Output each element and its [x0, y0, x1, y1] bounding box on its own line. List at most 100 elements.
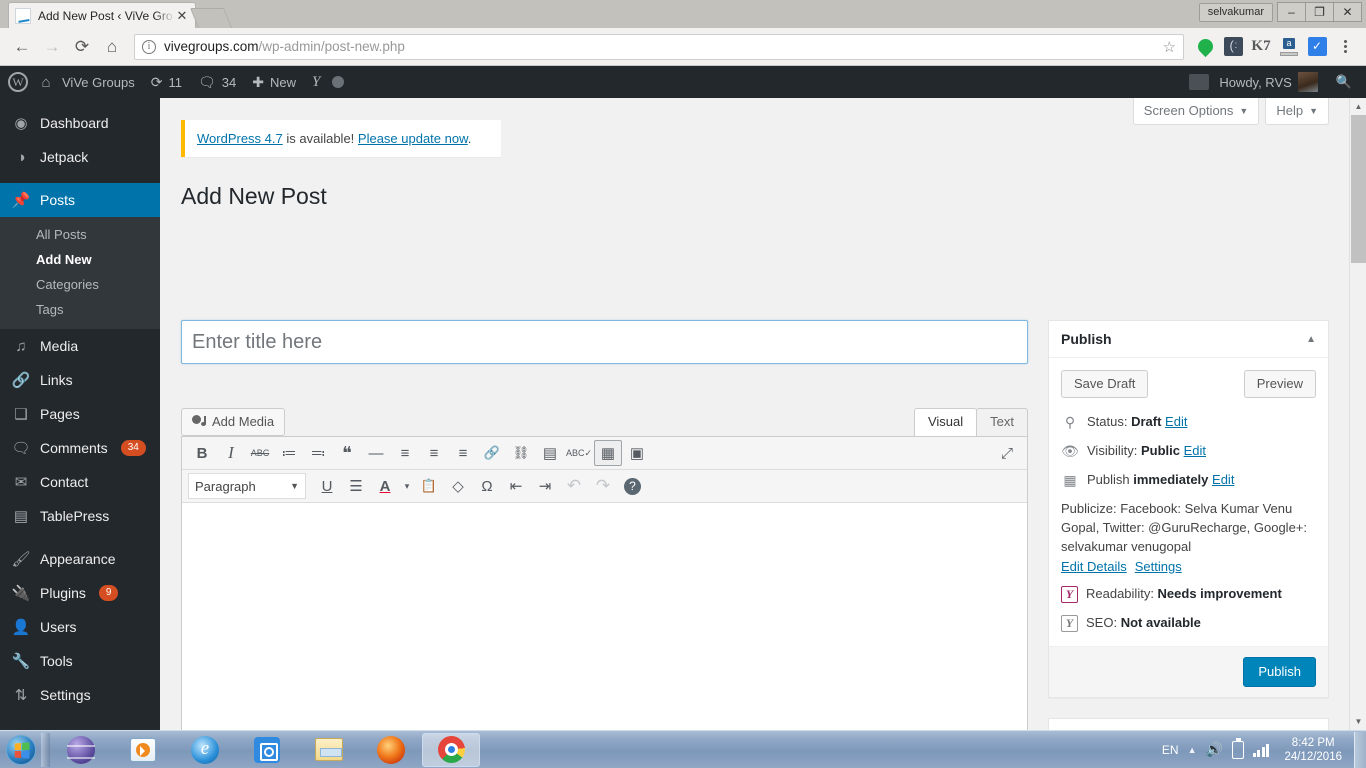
show-desktop-button[interactable] — [1354, 731, 1366, 768]
scrollbar-thumb[interactable] — [1351, 115, 1366, 263]
edit-schedule-link[interactable]: Edit — [1212, 472, 1234, 487]
post-content-editable[interactable] — [182, 503, 1027, 730]
notifications-icon[interactable] — [1189, 74, 1210, 90]
align-left-icon[interactable]: ≡ — [391, 440, 419, 466]
numbered-list-icon[interactable]: ≕ — [304, 440, 332, 466]
submenu-categories[interactable]: Categories — [0, 272, 160, 297]
wordpress-logo-icon[interactable] — [8, 72, 28, 92]
updates-menu[interactable]: ⟳ 11 — [143, 66, 190, 98]
indent-icon[interactable]: ⇥ — [531, 473, 559, 499]
night-mode-extension-icon[interactable] — [1220, 34, 1246, 60]
wordpress-version-link[interactable]: WordPress 4.7 — [197, 131, 283, 146]
keyboard-shortcuts-icon[interactable]: ? — [624, 477, 641, 495]
tray-language[interactable]: EN — [1162, 743, 1179, 757]
submenu-all-posts[interactable]: All Posts — [0, 222, 160, 247]
underline-icon[interactable]: U — [313, 473, 341, 499]
sidebar-item-tablepress[interactable]: ▤ TablePress — [0, 499, 160, 533]
update-now-link[interactable]: Please update now — [358, 131, 468, 146]
edit-visibility-link[interactable]: Edit — [1184, 443, 1206, 458]
show-hidden-icons[interactable]: ▲ — [1188, 745, 1197, 755]
spellcheck-icon[interactable]: ABC✓ — [565, 440, 593, 466]
paragraph-format-select[interactable]: Paragraph ▼ — [188, 473, 306, 499]
sidebar-item-appearance[interactable]: 🖌 Appearance — [0, 542, 160, 576]
blockquote-icon[interactable]: ❝ — [333, 440, 361, 466]
network-icon[interactable] — [1252, 743, 1270, 757]
sidebar-item-pages[interactable]: ❑ Pages — [0, 397, 160, 431]
bulleted-list-icon[interactable]: ≔ — [275, 440, 303, 466]
sidebar-item-links[interactable]: 🔗 Links — [0, 363, 160, 397]
new-content-menu[interactable]: ✚ New — [244, 66, 304, 98]
publicize-settings-link[interactable]: Settings — [1135, 559, 1182, 574]
site-name-menu[interactable]: ⌂ ViVe Groups — [28, 66, 143, 98]
paste-as-text-icon[interactable]: 📋 — [415, 473, 443, 499]
address-bar[interactable]: i vivegroups.com/wp-admin/post-new.php ☆ — [134, 33, 1184, 60]
submenu-add-new[interactable]: Add New — [0, 247, 160, 272]
page-info-icon[interactable]: i — [142, 39, 156, 54]
clear-formatting-icon[interactable]: ◇ — [444, 473, 472, 499]
browser-tab[interactable]: Add New Post ‹ ViVe Gro ✕ — [8, 2, 196, 28]
scroll-up-icon[interactable]: ▲ — [1350, 98, 1366, 115]
tab-text[interactable]: Text — [976, 408, 1028, 436]
forward-icon[interactable]: → — [38, 33, 66, 61]
sidebar-item-tools[interactable]: 🔧 Tools — [0, 644, 160, 678]
sidebar-item-settings[interactable]: ⇅ Settings — [0, 678, 160, 712]
volume-icon[interactable]: 🔊 — [1206, 741, 1223, 758]
search-icon[interactable]: 🔍 — [1328, 66, 1360, 98]
unlink-icon[interactable]: ⛓ — [507, 440, 535, 466]
submenu-tags[interactable]: Tags — [0, 297, 160, 322]
sidebar-item-dashboard[interactable]: ◉ Dashboard — [0, 106, 160, 140]
sidebar-item-contact[interactable]: ✉ Contact — [0, 465, 160, 499]
taskbar-item-snipping-tool[interactable] — [236, 732, 298, 768]
home-icon[interactable]: ⌂ — [98, 33, 126, 61]
sidebar-item-plugins[interactable]: 🔌 Plugins 9 — [0, 576, 160, 610]
fullscreen-icon[interactable]: ⤢ — [993, 440, 1021, 466]
help-button[interactable]: Help ▼ — [1265, 98, 1329, 125]
page-scrollbar[interactable]: ▲ ▼ — [1349, 98, 1366, 730]
screen-options-button[interactable]: Screen Options ▼ — [1132, 98, 1260, 125]
battery-icon[interactable] — [1231, 737, 1244, 759]
close-window-button[interactable]: ✕ — [1333, 2, 1362, 22]
add-media-button[interactable]: Add Media — [181, 408, 286, 436]
toolbar-toggle-icon[interactable]: ▦ — [594, 440, 622, 466]
back-icon[interactable]: ← — [8, 33, 36, 61]
taskbar-item-explorer[interactable] — [298, 732, 360, 768]
table-icon[interactable]: ▣ — [623, 440, 651, 466]
start-button[interactable] — [1, 732, 41, 768]
close-tab-icon[interactable]: ✕ — [175, 9, 189, 23]
scroll-down-icon[interactable]: ▼ — [1350, 713, 1366, 730]
align-right-icon[interactable]: ≡ — [449, 440, 477, 466]
edit-status-link[interactable]: Edit — [1165, 414, 1187, 429]
outdent-icon[interactable]: ⇤ — [502, 473, 530, 499]
sidebar-item-users[interactable]: 👤 Users — [0, 610, 160, 644]
sidebar-item-posts[interactable]: 📌 Posts — [0, 183, 160, 217]
new-tab-button[interactable] — [189, 8, 232, 28]
taskbar-item-firefox[interactable] — [360, 732, 422, 768]
align-center-icon[interactable]: ≡ — [420, 440, 448, 466]
comments-menu[interactable]: 🗨 34 — [190, 66, 244, 98]
amazon-extension-icon[interactable]: a — [1276, 34, 1302, 60]
publish-button[interactable]: Publish — [1243, 657, 1316, 687]
tab-visual[interactable]: Visual — [913, 408, 978, 436]
insert-link-icon[interactable]: 🔗 — [478, 440, 506, 466]
my-account-menu[interactable]: Howdy, RVS — [1211, 66, 1326, 98]
grammarly-extension-icon[interactable]: ✓ — [1304, 34, 1330, 60]
yoast-seo-menu[interactable]: Y — [304, 66, 352, 98]
sidebar-item-media[interactable]: ♫ Media — [0, 329, 160, 363]
redo-icon[interactable]: ↷ — [589, 473, 617, 499]
save-draft-button[interactable]: Save Draft — [1061, 370, 1149, 398]
strikethrough-icon[interactable]: ABC — [246, 440, 274, 466]
taskbar-item-ie[interactable] — [174, 732, 236, 768]
minimize-button[interactable]: – — [1277, 2, 1306, 22]
sidebar-item-comments[interactable]: 🗨 Comments 34 — [0, 431, 160, 465]
publicize-edit-details-link[interactable]: Edit Details — [1061, 559, 1127, 574]
taskbar-item-vlc[interactable] — [112, 732, 174, 768]
maximize-button[interactable]: ❐ — [1305, 2, 1334, 22]
sidebar-item-jetpack[interactable]: ◑ Jetpack — [0, 140, 160, 174]
italic-icon[interactable]: I — [217, 440, 245, 466]
horizontal-rule-icon[interactable]: — — [362, 440, 390, 466]
post-title-input[interactable] — [181, 320, 1028, 364]
taskbar-item-nero[interactable] — [50, 732, 112, 768]
undo-icon[interactable]: ↶ — [560, 473, 588, 499]
k7-extension-icon[interactable]: K7 — [1248, 34, 1274, 60]
justify-icon[interactable]: ☰ — [342, 473, 370, 499]
